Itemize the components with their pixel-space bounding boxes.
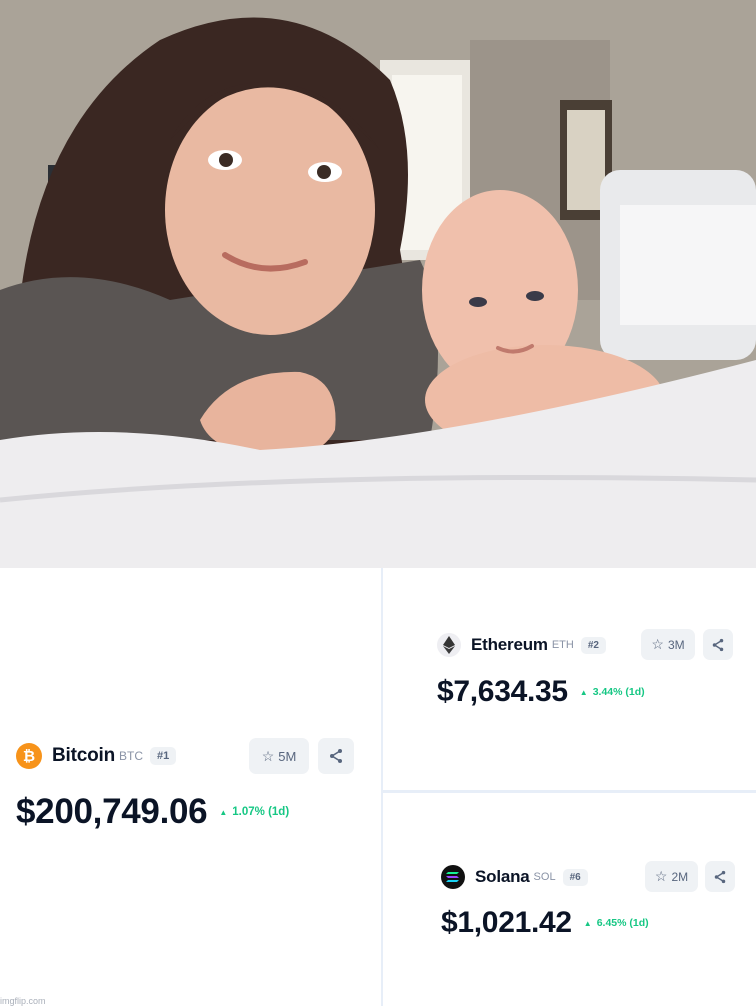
coin-symbol: BTC bbox=[119, 749, 143, 763]
bitcoin-header: ₿ Bitcoin BTC #1 bbox=[16, 740, 177, 772]
solana-card[interactable]: Solana SOL #6 ☆ 2M $1,021.42 ▲ 6.45% (1d… bbox=[383, 793, 756, 1006]
watchlist-button[interactable]: ☆ 5M bbox=[249, 738, 309, 774]
watermark: imgflip.com bbox=[0, 996, 46, 1006]
watchlist-count: 5M bbox=[278, 748, 297, 764]
coin-symbol: SOL bbox=[533, 871, 556, 883]
share-icon bbox=[714, 870, 726, 883]
coin-rank-badge: #1 bbox=[150, 747, 177, 765]
solana-header: Solana SOL #6 bbox=[441, 861, 588, 893]
solana-logo-icon bbox=[441, 865, 465, 889]
share-icon bbox=[330, 749, 342, 763]
watchlist-button[interactable]: ☆ 2M bbox=[645, 861, 698, 892]
photo-illustration bbox=[0, 0, 756, 568]
price-row: $200,749.06 ▲ 1.07% (1d) bbox=[16, 790, 289, 834]
coin-symbol: ETH bbox=[551, 639, 574, 651]
ethereum-header: Ethereum ETH #2 bbox=[437, 629, 606, 661]
price-change-value: 3.44% (1d) bbox=[592, 686, 645, 698]
bitcoin-card[interactable]: ₿ Bitcoin BTC #1 ☆ 5M $200,749.06 ▲ 1.07… bbox=[0, 568, 381, 1006]
coin-name: Bitcoin bbox=[52, 745, 115, 766]
ethereum-logo-icon bbox=[437, 633, 461, 657]
share-button[interactable] bbox=[318, 738, 354, 774]
watchlist-button[interactable]: ☆ 3M bbox=[641, 629, 695, 660]
share-button[interactable] bbox=[705, 861, 735, 892]
coin-price: $1,021.42 bbox=[441, 906, 572, 939]
price-row: $1,021.42 ▲ 6.45% (1d) bbox=[441, 903, 649, 943]
watchlist-count: 3M bbox=[667, 637, 685, 652]
triangle-up-icon: ▲ bbox=[579, 687, 588, 697]
coin-rank-badge: #2 bbox=[580, 636, 606, 654]
price-change-value: 1.07% (1d) bbox=[232, 806, 290, 818]
share-icon bbox=[712, 638, 724, 651]
coin-price: $200,749.06 bbox=[16, 792, 208, 831]
price-change: ▲ 1.07% (1d) bbox=[219, 806, 289, 818]
coin-price: $7,634.35 bbox=[437, 675, 568, 708]
star-icon: ☆ bbox=[651, 636, 664, 652]
star-icon: ☆ bbox=[654, 868, 668, 884]
triangle-up-icon: ▲ bbox=[583, 918, 592, 928]
watchlist-count: 2M bbox=[671, 869, 689, 884]
price-change: ▲ 6.45% (1d) bbox=[584, 917, 649, 929]
share-button[interactable] bbox=[703, 629, 733, 660]
price-row: $7,634.35 ▲ 3.44% (1d) bbox=[437, 672, 645, 712]
price-change: ▲ 3.44% (1d) bbox=[580, 686, 645, 698]
bitcoin-logo-icon: ₿ bbox=[16, 743, 42, 769]
star-icon: ☆ bbox=[261, 747, 275, 764]
coin-name: Solana bbox=[475, 867, 530, 886]
coin-name: Ethereum bbox=[471, 635, 548, 654]
price-change-value: 6.45% (1d) bbox=[596, 917, 649, 929]
ethereum-card[interactable]: Ethereum ETH #2 ☆ 3M $7,634.35 ▲ 3.44% (… bbox=[383, 568, 756, 790]
triangle-up-icon: ▲ bbox=[219, 807, 228, 817]
coin-rank-badge: #6 bbox=[562, 868, 588, 886]
selfie-photo bbox=[0, 0, 756, 568]
